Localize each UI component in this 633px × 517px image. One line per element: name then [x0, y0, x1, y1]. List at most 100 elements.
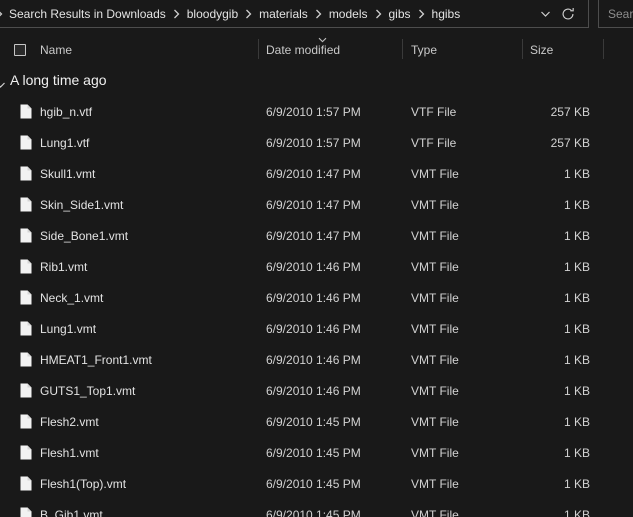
file-name: B_Gib1.vmt — [40, 508, 103, 517]
file-date-modified: 6/9/2010 1:46 PM — [266, 353, 361, 367]
file-row[interactable]: hgib_n.vtf 6/9/2010 1:57 PM VTF File 257… — [0, 96, 633, 127]
file-icon — [20, 228, 32, 246]
chevron-right-icon[interactable] — [244, 9, 253, 19]
file-date-modified: 6/9/2010 1:45 PM — [266, 446, 361, 460]
file-size: 1 KB — [480, 446, 590, 460]
file-type: VMT File — [411, 322, 459, 336]
file-date-modified: 6/9/2010 1:46 PM — [266, 322, 361, 336]
file-row[interactable]: Neck_1.vmt 6/9/2010 1:46 PM VMT File 1 K… — [0, 282, 633, 313]
file-date-modified: 6/9/2010 1:45 PM — [266, 415, 361, 429]
file-type: VTF File — [411, 136, 456, 150]
file-type: VMT File — [411, 446, 459, 460]
file-date-modified: 6/9/2010 1:47 PM — [266, 198, 361, 212]
chevron-right-icon[interactable] — [172, 9, 181, 19]
file-date-modified: 6/9/2010 1:47 PM — [266, 167, 361, 181]
address-dropdown-chevron-down-icon[interactable] — [540, 10, 551, 18]
file-size: 1 KB — [480, 260, 590, 274]
file-name: Skull1.vmt — [40, 167, 95, 181]
file-type: VMT File — [411, 353, 459, 367]
top-bar: Search Results in Downloads bloodygib ma… — [0, 0, 633, 28]
file-size: 1 KB — [480, 353, 590, 367]
column-divider[interactable] — [402, 39, 403, 59]
file-type: VMT File — [411, 508, 459, 517]
file-type: VMT File — [411, 198, 459, 212]
file-date-modified: 6/9/2010 1:57 PM — [266, 105, 361, 119]
file-name: Flesh2.vmt — [40, 415, 99, 429]
file-size: 1 KB — [480, 477, 590, 491]
breadcrumb-item[interactable]: Search Results in Downloads — [3, 7, 172, 21]
file-name: Lung1.vtf — [40, 136, 89, 150]
column-header-name[interactable]: Name — [40, 43, 72, 57]
breadcrumb-item[interactable]: models — [323, 7, 374, 21]
file-type: VMT File — [411, 384, 459, 398]
file-icon — [20, 166, 32, 184]
file-icon — [20, 476, 32, 494]
breadcrumb-item[interactable]: gibs — [383, 7, 417, 21]
file-size: 257 KB — [480, 105, 590, 119]
chevron-right-icon[interactable] — [417, 9, 426, 19]
refresh-button[interactable] — [561, 7, 575, 21]
file-name: Side_Bone1.vmt — [40, 229, 128, 243]
file-icon — [20, 290, 32, 308]
address-bar[interactable]: Search Results in Downloads bloodygib ma… — [0, 0, 589, 28]
file-name: Rib1.vmt — [40, 260, 87, 274]
column-header-type[interactable]: Type — [411, 43, 437, 57]
file-icon — [20, 104, 32, 122]
file-name: Skin_Side1.vmt — [40, 198, 123, 212]
file-row[interactable]: Skull1.vmt 6/9/2010 1:47 PM VMT File 1 K… — [0, 158, 633, 189]
file-date-modified: 6/9/2010 1:57 PM — [266, 136, 361, 150]
file-icon — [20, 383, 32, 401]
file-type: VMT File — [411, 167, 459, 181]
file-icon — [20, 352, 32, 370]
column-divider[interactable] — [522, 39, 523, 59]
file-name: HMEAT1_Front1.vmt — [40, 353, 152, 367]
breadcrumb: Search Results in Downloads bloodygib ma… — [3, 0, 466, 27]
breadcrumb-item[interactable]: bloodygib — [181, 7, 244, 21]
file-icon — [20, 507, 32, 517]
file-name: Flesh1.vmt — [40, 446, 99, 460]
chevron-right-icon[interactable] — [374, 9, 383, 19]
file-row[interactable]: Flesh2.vmt 6/9/2010 1:45 PM VMT File 1 K… — [0, 406, 633, 437]
file-row[interactable]: Lung1.vmt 6/9/2010 1:46 PM VMT File 1 KB — [0, 313, 633, 344]
file-type: VMT File — [411, 477, 459, 491]
file-icon — [20, 259, 32, 277]
file-row[interactable]: Flesh1.vmt 6/9/2010 1:45 PM VMT File 1 K… — [0, 437, 633, 468]
select-all-checkbox[interactable] — [14, 44, 26, 56]
file-row[interactable]: GUTS1_Top1.vmt 6/9/2010 1:46 PM VMT File… — [0, 375, 633, 406]
group-collapse-chevron-down-icon[interactable] — [0, 76, 6, 94]
search-box — [598, 0, 633, 28]
file-row[interactable]: Lung1.vtf 6/9/2010 1:57 PM VTF File 257 … — [0, 127, 633, 158]
file-row[interactable]: Skin_Side1.vmt 6/9/2010 1:47 PM VMT File… — [0, 189, 633, 220]
column-header-size[interactable]: Size — [530, 43, 553, 57]
file-name: Neck_1.vmt — [40, 291, 103, 305]
file-date-modified: 6/9/2010 1:46 PM — [266, 260, 361, 274]
group-header-label: A long time ago — [10, 72, 107, 88]
breadcrumb-item[interactable]: materials — [253, 7, 314, 21]
file-row[interactable]: B_Gib1.vmt 6/9/2010 1:45 PM VMT File 1 K… — [0, 499, 633, 517]
file-type: VMT File — [411, 415, 459, 429]
column-divider[interactable] — [603, 39, 604, 59]
file-size: 1 KB — [480, 291, 590, 305]
file-row[interactable]: Side_Bone1.vmt 6/9/2010 1:47 PM VMT File… — [0, 220, 633, 251]
column-header-row: Name Date modified Type Size — [0, 36, 633, 62]
file-size: 1 KB — [480, 508, 590, 517]
column-divider[interactable] — [258, 39, 259, 59]
file-icon — [20, 321, 32, 339]
file-row[interactable]: Rib1.vmt 6/9/2010 1:46 PM VMT File 1 KB — [0, 251, 633, 282]
file-date-modified: 6/9/2010 1:45 PM — [266, 508, 361, 517]
file-size: 1 KB — [480, 384, 590, 398]
file-row[interactable]: Flesh1(Top).vmt 6/9/2010 1:45 PM VMT Fil… — [0, 468, 633, 499]
file-row[interactable]: HMEAT1_Front1.vmt 6/9/2010 1:46 PM VMT F… — [0, 344, 633, 375]
file-name: Lung1.vmt — [40, 322, 96, 336]
group-header[interactable]: A long time ago — [0, 68, 633, 94]
search-input[interactable] — [608, 7, 633, 21]
file-size: 1 KB — [480, 167, 590, 181]
file-name: hgib_n.vtf — [40, 105, 92, 119]
column-header-date-modified[interactable]: Date modified — [266, 43, 340, 57]
file-list: hgib_n.vtf 6/9/2010 1:57 PM VTF File 257… — [0, 96, 633, 517]
file-date-modified: 6/9/2010 1:46 PM — [266, 291, 361, 305]
file-name: GUTS1_Top1.vmt — [40, 384, 135, 398]
file-size: 1 KB — [480, 322, 590, 336]
breadcrumb-item[interactable]: hgibs — [426, 7, 467, 21]
chevron-right-icon[interactable] — [314, 9, 323, 19]
